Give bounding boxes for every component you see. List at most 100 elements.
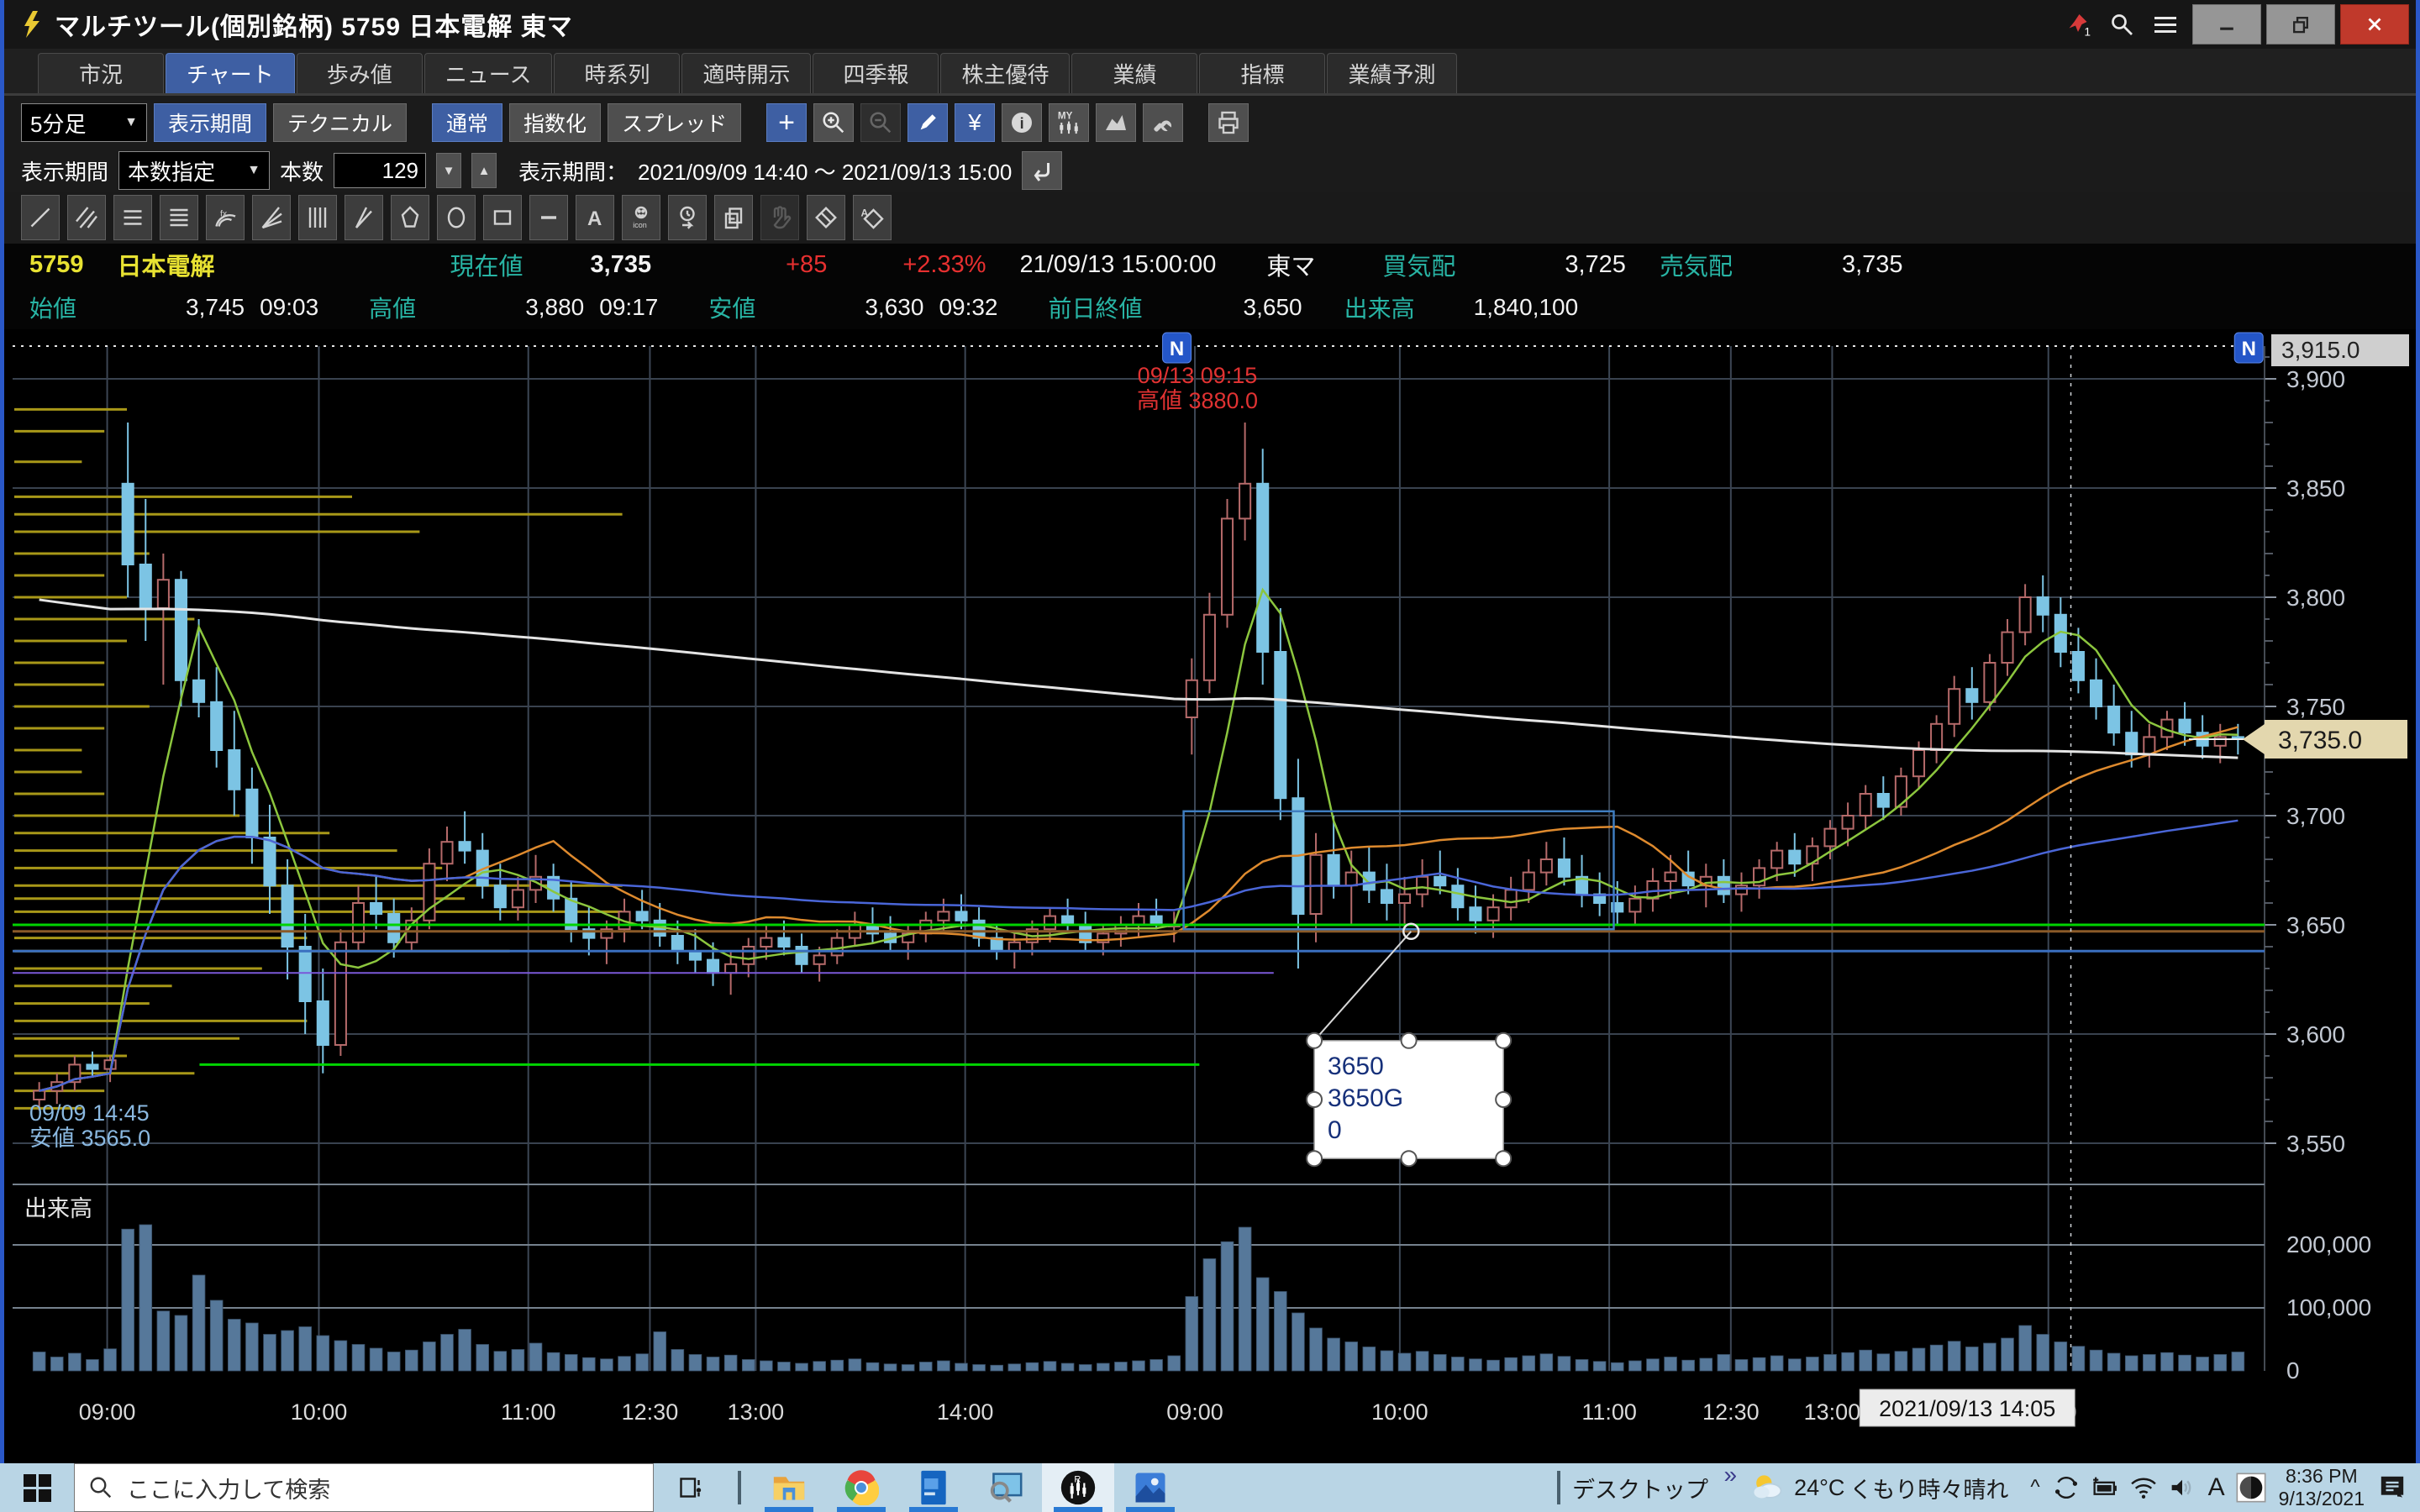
chevron-expand-icon[interactable]: » [1723, 1462, 1737, 1488]
icon-stamp-tool-button[interactable]: icon [622, 195, 660, 240]
display-period-button[interactable]: 表示期間 [154, 103, 266, 142]
tab-forecast[interactable]: 業績予測 [1327, 53, 1456, 93]
fibonacci-arc-tool-button[interactable]: fx [206, 195, 245, 240]
indexed-chart-button[interactable]: 指数化 [509, 103, 601, 142]
selection-handle[interactable] [1496, 1092, 1511, 1107]
svg-text:MY: MY [1058, 111, 1073, 122]
normal-chart-button[interactable]: 通常 [432, 103, 502, 142]
info-button[interactable]: i [1002, 103, 1042, 142]
vertical-lines-tool-button[interactable] [298, 195, 337, 240]
weather-desc[interactable]: くもり時々晴れ [1849, 1472, 2008, 1504]
chart-area[interactable]: 3,9003,8503,8003,7503,7003,6503,6003,550… [4, 329, 2416, 1455]
parallel-lines-tool-button[interactable] [67, 195, 106, 240]
trend-line-tool-button[interactable] [21, 195, 60, 240]
event-clock-icon [675, 205, 700, 230]
wifi-icon[interactable] [2124, 1463, 2163, 1512]
reset-period-button[interactable] [1022, 151, 1062, 190]
task-view-button[interactable] [654, 1463, 726, 1512]
my-chart-button[interactable]: MY [1049, 103, 1089, 142]
photos-button[interactable] [1114, 1463, 1186, 1512]
area-chart-button[interactable] [1096, 103, 1136, 142]
snip-search-button[interactable] [970, 1463, 1042, 1512]
ime-language-icon[interactable] [2232, 1463, 2270, 1512]
selection-handle[interactable] [1307, 1033, 1322, 1048]
ellipse-tool-button[interactable] [437, 195, 476, 240]
battery-icon[interactable] [2086, 1463, 2124, 1512]
news-marker[interactable]: N [2234, 333, 2263, 363]
tab-timeseries[interactable]: 時系列 [554, 53, 680, 93]
fan-lines-tool-button[interactable] [252, 195, 291, 240]
tab-shareholder-benefit[interactable]: 株主優待 [940, 53, 1070, 93]
clock[interactable]: 8:36 PM 9/13/2021 [2279, 1465, 2365, 1510]
spread-chart-button[interactable]: スプレッド [608, 103, 741, 142]
weather-temp[interactable]: 24°C [1794, 1475, 1844, 1501]
period-mode-value: 本数指定 [128, 155, 215, 186]
eraser-tool-button[interactable] [807, 195, 845, 240]
tab-market[interactable]: 市況 [38, 53, 164, 93]
weather-icon[interactable] [1742, 1463, 1792, 1512]
menu-icon[interactable] [2144, 6, 2187, 43]
movies-tv-button[interactable] [897, 1463, 970, 1512]
taskbar-search-input[interactable]: ここに入力して検索 [74, 1463, 654, 1512]
period-mode-select[interactable]: 本数指定 ▼ [118, 151, 270, 190]
selection-handle[interactable] [1402, 1151, 1417, 1166]
angle-lines-tool-button[interactable] [345, 195, 383, 240]
chrome-button[interactable] [825, 1463, 897, 1512]
volume-axis-label: 200,000 [2286, 1231, 2371, 1257]
file-explorer-button[interactable] [753, 1463, 825, 1512]
move-hand-tool-button[interactable] [760, 195, 799, 240]
tab-indicators[interactable]: 指標 [1199, 53, 1325, 93]
tab-tick[interactable]: 歩み値 [297, 53, 423, 93]
yen-scale-button[interactable]: ¥ [955, 103, 995, 142]
horizontal-lines-4-tool-button[interactable] [160, 195, 198, 240]
close-button[interactable] [2340, 4, 2409, 45]
timeframe-select[interactable]: 5分足 ▼ [21, 103, 147, 142]
news-marker[interactable]: N [1163, 333, 1192, 363]
rotation-lock-icon[interactable] [2047, 1463, 2086, 1512]
draw-pencil-button[interactable] [908, 103, 948, 142]
selection-handle[interactable] [1496, 1033, 1511, 1048]
selection-handle[interactable] [1307, 1092, 1322, 1107]
duplicate-tool-button[interactable] [714, 195, 753, 240]
tab-disclosure[interactable]: 適時開示 [681, 53, 811, 93]
ime-mode-indicator[interactable]: A [2208, 1473, 2225, 1502]
event-marker-tool-button[interactable] [668, 195, 707, 240]
link-pin-icon[interactable]: 1 [2056, 6, 2100, 43]
selection-handle[interactable] [1307, 1151, 1322, 1166]
trading-app-button[interactable]: R [1042, 1463, 1114, 1512]
settings-wrench-button[interactable] [1143, 103, 1183, 142]
technical-button[interactable]: テクニカル [273, 103, 407, 142]
erase-all-tool-button[interactable]: A [853, 195, 892, 240]
trading-app-icon: R [1060, 1469, 1097, 1506]
count-increment-button[interactable]: ▲ [471, 153, 497, 188]
ma-line-5 [39, 590, 2238, 1090]
horizontal-lines-3-tool-button[interactable] [113, 195, 152, 240]
selection-handle[interactable] [1402, 1033, 1417, 1048]
tab-shikiho[interactable]: 四季報 [813, 53, 939, 93]
search-icon[interactable] [2100, 6, 2144, 43]
horizontal-segment-tool-button[interactable] [529, 195, 568, 240]
tab-news[interactable]: ニュース [424, 53, 553, 93]
rectangle-tool-button[interactable] [483, 195, 522, 240]
chart-canvas[interactable]: 3,9003,8503,8003,7503,7003,6503,6003,550… [4, 329, 2416, 1455]
action-center-button[interactable] [2373, 1463, 2412, 1512]
minimize-button[interactable] [2192, 4, 2261, 45]
desktop-toolbar[interactable]: » デスクトップ [1572, 1463, 1742, 1512]
start-button[interactable] [0, 1463, 74, 1512]
callout-note[interactable]: 36503650G0 [1307, 924, 1511, 1166]
tab-results[interactable]: 業績 [1071, 53, 1197, 93]
tab-chart[interactable]: チャート [166, 53, 295, 93]
bar-count-input[interactable] [334, 153, 426, 188]
count-decrement-button[interactable]: ▼ [436, 153, 461, 188]
pentagon-tool-button[interactable] [391, 195, 429, 240]
text-a-icon: A [582, 205, 608, 230]
selection-handle[interactable] [1496, 1151, 1511, 1166]
speaker-icon[interactable] [2163, 1463, 2202, 1512]
restore-button[interactable] [2266, 4, 2335, 45]
print-button[interactable] [1208, 103, 1249, 142]
zoom-out-button[interactable] [860, 103, 901, 142]
zoom-in-button[interactable] [813, 103, 854, 142]
hidden-icons-button[interactable]: ^ [2030, 1476, 2039, 1499]
crosshair-button[interactable]: + [766, 103, 807, 142]
text-tool-button[interactable]: A [576, 195, 614, 240]
